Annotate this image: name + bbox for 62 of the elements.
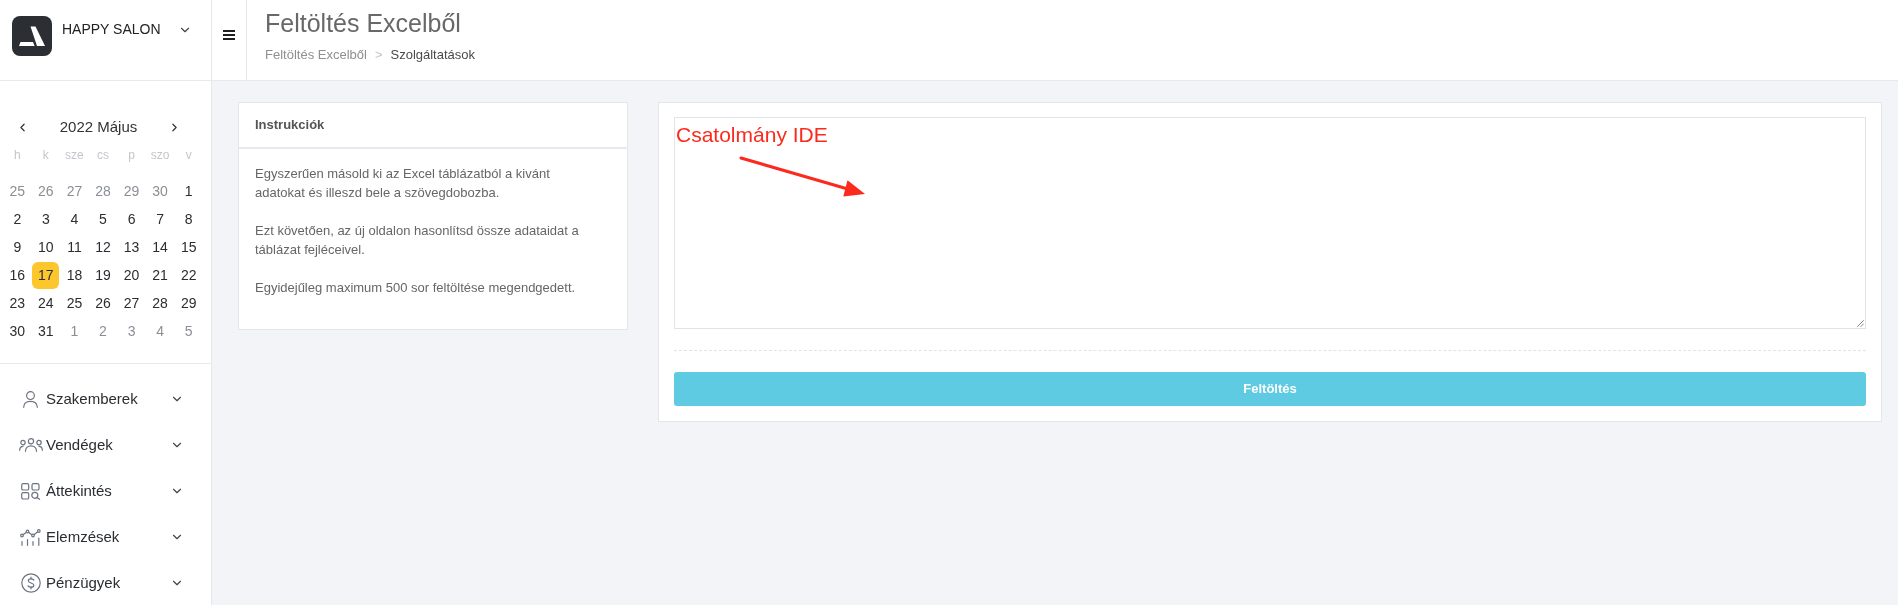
weekday-label: k: [42, 147, 49, 164]
resize-grip-icon[interactable]: [1857, 320, 1864, 327]
instruction-text: Ezt követően, az új oldalon hasonlítsd össze adataidat a táblázat fejléceivel.: [255, 222, 580, 259]
calendar-day[interactable]: 23: [3, 289, 31, 317]
weekday-label: v: [185, 147, 192, 164]
calendar-month-title: 2022 Május: [59, 117, 138, 137]
instruction-text: Egyidejűleg maximum 500 sor feltöltése megendgedett.: [255, 279, 577, 297]
calendar-day[interactable]: 16: [3, 261, 31, 289]
grid-search-icon: [20, 482, 41, 500]
weekday-label: cs: [97, 147, 109, 164]
calendar-day[interactable]: 10: [32, 233, 60, 261]
calendar-day[interactable]: 18: [60, 261, 88, 289]
calendar-day[interactable]: 9: [3, 233, 31, 261]
calendar-day[interactable]: 14: [146, 233, 174, 261]
calendar-day[interactable]: 30: [3, 317, 31, 345]
calendar-day[interactable]: 3: [32, 205, 60, 233]
user-icon: [23, 390, 38, 408]
calendar-day[interactable]: 7: [146, 205, 174, 233]
breadcrumb-separator: >: [374, 46, 383, 64]
instruction-text: Egyszerűen másold ki az Excel táblázatból a kivánt adatokat és illeszd bele a szövegdobozba.: [255, 165, 551, 202]
card-title: Instrukciók: [255, 116, 325, 135]
calendar-day[interactable]: 15: [175, 233, 203, 261]
weekday-label: sze: [65, 147, 84, 164]
calendar-day[interactable]: 31: [32, 317, 60, 345]
people-group-icon: [18, 438, 43, 452]
calendar-day[interactable]: 8: [175, 205, 203, 233]
calendar-day[interactable]: 27: [118, 289, 146, 317]
calendar-day[interactable]: 24: [32, 289, 60, 317]
calendar-day[interactable]: 25: [60, 289, 88, 317]
calendar-day[interactable]: 12: [89, 233, 117, 261]
dollar-circle-icon: [20, 573, 41, 593]
calendar-day[interactable]: 20: [118, 261, 146, 289]
calendar-day[interactable]: 11: [60, 233, 88, 261]
calendar-day[interactable]: 28: [146, 289, 174, 317]
calendar-day[interactable]: 4: [60, 205, 88, 233]
nav-item[interactable]: Elemzések: [0, 514, 211, 560]
calendar-day[interactable]: 13: [118, 233, 146, 261]
nav-item[interactable]: Áttekintés: [0, 468, 211, 514]
weekday-label: p: [128, 147, 135, 164]
calendar-day[interactable]: 21: [146, 261, 174, 289]
paste-text-field[interactable]: [674, 117, 1866, 329]
weekday-label: h: [13, 147, 21, 164]
weekday-label: szo: [150, 147, 170, 164]
nav-item[interactable]: Szakemberek: [0, 376, 211, 422]
calendar-day[interactable]: 17: [32, 261, 60, 289]
nav-item[interactable]: Vendégek: [0, 422, 211, 468]
nav-item[interactable]: Pénzügyek: [0, 560, 211, 605]
calendar-day[interactable]: 19: [89, 261, 117, 289]
page-title: Feltöltés Excelből: [265, 8, 461, 39]
logo-icon: [12, 16, 52, 56]
calendar-day[interactable]: 6: [118, 205, 146, 233]
calendar-day[interactable]: 26: [89, 289, 117, 317]
calendar-day[interactable]: 5: [89, 205, 117, 233]
calendar-day[interactable]: 2: [3, 205, 31, 233]
annotation-label: Csatolmány IDE: [676, 122, 828, 147]
breadcrumb-current: Szolgáltatások: [390, 46, 476, 64]
menu-icon[interactable]: [223, 30, 235, 40]
calendar-day[interactable]: 22: [175, 261, 203, 289]
calendar-day[interactable]: 1: [175, 177, 203, 205]
calendar-day[interactable]: 29: [175, 289, 203, 317]
line-bar-chart-icon: [20, 528, 41, 546]
brand-name: HAPPY SALON: [62, 20, 161, 38]
